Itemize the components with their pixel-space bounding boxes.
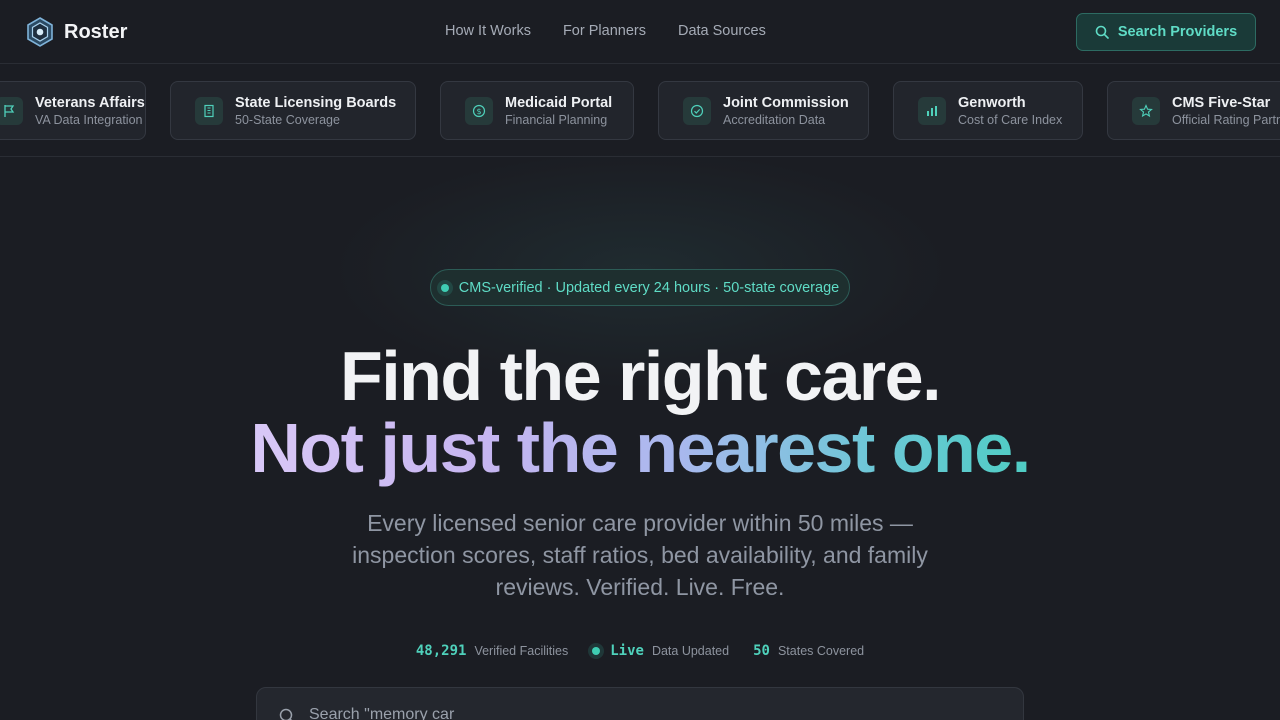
nav-for-planners[interactable]: For Planners [563, 23, 646, 39]
stat-label: Verified Facilities [474, 644, 569, 658]
partner-subtitle: Official Rating Partner [1172, 112, 1280, 127]
stats-row: 48,291 Verified Facilities Live Data Upd… [0, 643, 1280, 659]
brand-logo[interactable]: Roster [26, 17, 127, 47]
brand-name: Roster [64, 20, 128, 43]
stat-label: Data Updated [651, 644, 730, 658]
partner-subtitle: Financial Planning [505, 112, 608, 127]
partner-subtitle: Cost of Care Index [958, 112, 1063, 127]
provider-search-input[interactable] [309, 706, 909, 720]
stat-value: Live [610, 643, 644, 659]
partner-card-joint-commission[interactable]: Joint Commission Accreditation Data [658, 81, 869, 140]
badge-text: CMS-verified · Updated every 24 hours · … [458, 279, 840, 296]
partner-title: Genworth [958, 94, 1026, 111]
search-icon [279, 708, 293, 720]
partner-card-genworth[interactable]: Genworth Cost of Care Index [893, 81, 1083, 140]
stat-label: States Covered [777, 644, 865, 658]
partner-title: Medicaid Portal [505, 94, 613, 111]
live-dot-icon [440, 283, 449, 292]
flag-icon [0, 96, 23, 125]
nav-how-it-works[interactable]: How It Works [445, 23, 531, 39]
partner-title: Veterans Affairs [35, 94, 145, 111]
partner-title: CMS Five-Star [1172, 94, 1271, 111]
star-icon [1132, 96, 1160, 125]
search-providers-label: Search Providers [1117, 24, 1238, 40]
partner-subtitle: 50-State Coverage [235, 112, 340, 127]
partner-subtitle: VA Data Integration [35, 112, 143, 127]
headline-secondary-text: Not just the nearest one. [250, 409, 1031, 487]
nav-data-sources[interactable]: Data Sources [678, 23, 766, 39]
top-header: Roster How It Works For Planners Data So… [0, 0, 1280, 64]
stat-value: 50 [753, 643, 770, 659]
check-circle-icon [683, 96, 711, 125]
headline-secondary: Not just the nearest one. [0, 410, 1280, 486]
partner-card-state-licensing[interactable]: State Licensing Boards 50-State Coverage [170, 81, 416, 140]
main-nav: How It Works For Planners Data Sources [445, 23, 766, 39]
hero-subheadline: Every licensed senior care provider with… [352, 510, 928, 600]
search-providers-button[interactable]: Search Providers [1076, 13, 1256, 51]
stat-facilities: 48,291 Verified Facilities [416, 643, 568, 659]
live-dot-icon [592, 647, 601, 655]
partner-title: State Licensing Boards [235, 94, 397, 111]
verification-badge: CMS-verified · Updated every 24 hours · … [430, 269, 850, 306]
headline-primary: Find the right care. [339, 337, 942, 415]
dollar-icon: $ [465, 96, 493, 125]
partner-subtitle: Accreditation Data [723, 112, 826, 127]
stat-states: 50 States Covered [753, 643, 864, 659]
building-icon [195, 96, 223, 125]
stat-value: 48,291 [415, 643, 467, 659]
svg-text:$: $ [476, 107, 481, 116]
partner-card-medicaid[interactable]: $ Medicaid Portal Financial Planning [440, 81, 634, 140]
partner-card-veterans-affairs[interactable]: Veterans Affairs VA Data Integration [0, 81, 146, 140]
partner-strip: Veterans Affairs VA Data Integration Sta… [0, 65, 1280, 157]
strip-scroll-indicator [512, 156, 768, 157]
stat-live: Live Data Updated [592, 643, 729, 659]
bar-chart-icon [918, 96, 946, 125]
provider-search-box[interactable] [256, 687, 1024, 720]
hexagon-logo-icon [27, 17, 53, 47]
search-icon [1095, 25, 1109, 39]
partner-card-cms-five-star[interactable]: CMS Five-Star Official Rating Partner [1107, 81, 1280, 140]
partner-title: Joint Commission [723, 94, 849, 111]
